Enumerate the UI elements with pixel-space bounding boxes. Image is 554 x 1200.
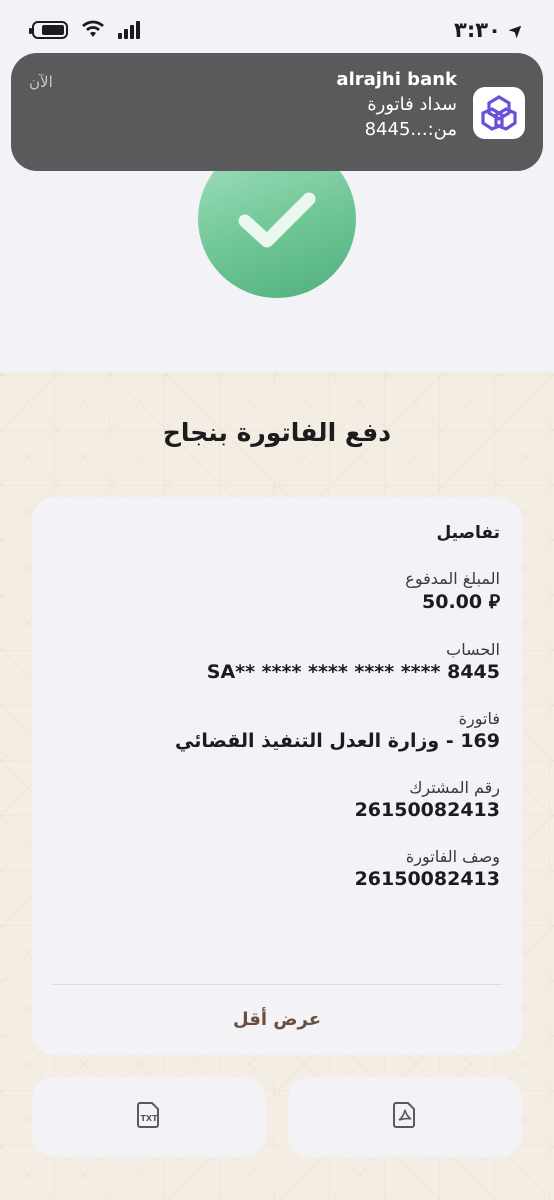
details-card: تفاصيل المبلغ المدفوع 50.00 ⃁ الحساب SA*… (32, 497, 522, 1055)
share-txt-button[interactable]: TXT (32, 1077, 266, 1157)
bill-description-field: وصف الفاتورة 26150082413 (54, 847, 500, 890)
paid-amount-value: 50.00 ⃁ (422, 591, 500, 613)
subscriber-number-label: رقم المشترك (409, 778, 500, 797)
wifi-icon (82, 20, 104, 41)
cellular-signal-icon (118, 21, 140, 39)
notification-sender: من:...8445 (364, 119, 457, 140)
bill-field: فاتورة 169 - وزارة العدل التنفيذ القضائي (54, 709, 500, 752)
subscriber-number-value: 26150082413 (354, 799, 500, 821)
notification-content: alrajhi bank سداد فاتورة من:...8445 (69, 69, 457, 140)
bill-description-value: 26150082413 (354, 868, 500, 890)
svg-text:TXT: TXT (140, 1114, 158, 1123)
share-pdf-button[interactable] (288, 1077, 522, 1157)
location-arrow-icon: ➤ (503, 17, 530, 43)
account-value: SA** **** **** **** **** 8445 (206, 661, 500, 683)
bill-description-label: وصف الفاتورة (405, 847, 500, 866)
status-indicators (29, 20, 140, 41)
push-notification[interactable]: alrajhi bank سداد فاتورة من:...8445 الآن (11, 53, 543, 171)
bill-value: 169 - وزارة العدل التنفيذ القضائي (175, 730, 500, 752)
subscriber-number-field: رقم المشترك 26150082413 (54, 778, 500, 821)
status-time: ٣:٣٠ (454, 18, 501, 42)
show-less-button[interactable]: عرض أقل (32, 1009, 522, 1030)
status-time-group: ٣:٣٠ ➤ (454, 17, 529, 43)
bill-label: فاتورة (458, 709, 500, 728)
alrajhi-app-icon (473, 87, 525, 139)
status-bar: ٣:٣٠ ➤ (0, 0, 554, 60)
paid-amount-field: المبلغ المدفوع 50.00 ⃁ (54, 569, 500, 614)
page-title: دفع الفاتورة بنجاح (162, 418, 392, 447)
notification-time: الآن (29, 73, 53, 91)
pdf-file-icon (392, 1101, 418, 1133)
details-heading: تفاصيل (436, 523, 500, 543)
account-field: الحساب SA** **** **** **** **** 8445 (54, 640, 500, 683)
txt-file-icon: TXT (136, 1101, 162, 1133)
paid-amount-label: المبلغ المدفوع (405, 569, 500, 588)
notification-message: سداد فاتورة (367, 94, 457, 115)
notification-title: alrajhi bank (336, 69, 457, 90)
battery-icon (29, 21, 68, 39)
account-label: الحساب (446, 640, 500, 659)
card-divider (52, 984, 502, 985)
